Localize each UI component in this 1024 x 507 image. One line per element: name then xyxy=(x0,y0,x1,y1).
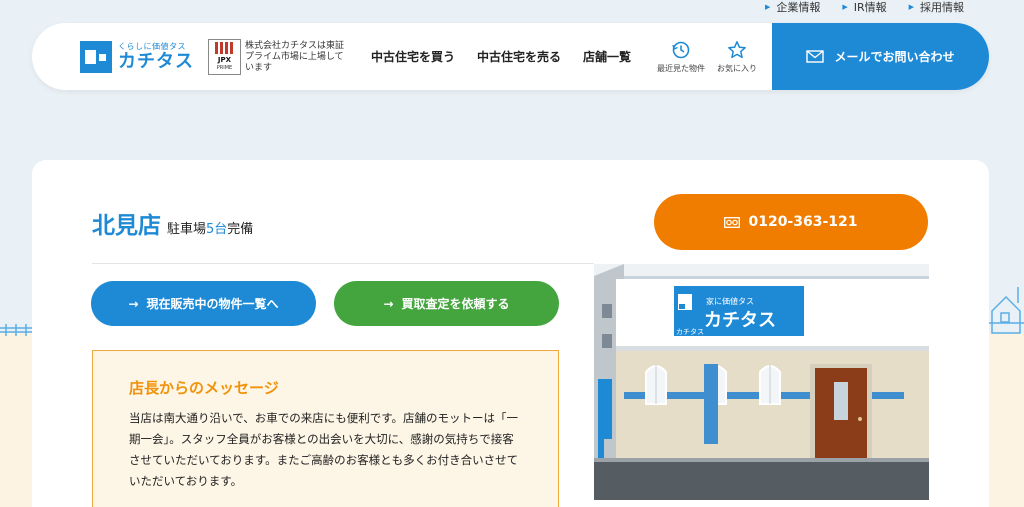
star-icon xyxy=(728,41,746,59)
house-decoration xyxy=(988,287,1024,334)
listing-notice: 株式会社カチタスは東証プライム市場に上場しています xyxy=(245,41,345,73)
logo-tagline: くらしに価値タス xyxy=(118,42,186,51)
message-title: 店長からのメッセージ xyxy=(129,379,279,397)
nav-store-list[interactable]: 店舗一覧 xyxy=(583,23,631,90)
arrow-icon: ▶ xyxy=(908,3,914,11)
recently-viewed-button[interactable]: 最近見た物件 xyxy=(652,40,710,74)
jpx-logo-icon xyxy=(214,42,235,54)
free-dial-icon xyxy=(724,216,741,228)
link-company-info[interactable]: ▶ 企業情報 xyxy=(765,0,820,14)
email-contact-button[interactable]: メールでお問い合わせ xyxy=(772,23,989,90)
photo-sign-small-text: カチタス xyxy=(676,327,704,336)
fence-decoration xyxy=(0,324,34,336)
appraisal-request-button[interactable]: → 買取査定を依頼する xyxy=(334,281,559,326)
photo-sign-name: カチタス xyxy=(704,310,776,331)
arrow-icon: ▶ xyxy=(764,3,771,11)
history-icon xyxy=(672,41,690,59)
favorites-button[interactable]: お気に入り xyxy=(712,40,762,74)
phone-call-button[interactable]: 0120-363-121 xyxy=(654,194,928,250)
jpx-prime-badge: JPX PRIME xyxy=(208,39,241,75)
parking-info: 駐車場5台完備 xyxy=(167,222,254,237)
store-heading: 北見店 駐車場5台完備 xyxy=(92,206,253,240)
manager-message-box: 店長からのメッセージ 当店は南大通り沿いで、お車での来店にも便利です。店舗のモッ… xyxy=(92,350,559,507)
logo-mark-icon xyxy=(80,41,112,73)
store-name: 北見店 xyxy=(92,213,161,239)
arrow-right-icon: → xyxy=(383,296,394,311)
site-logo[interactable]: くらしに価値タス カチタス xyxy=(80,40,200,74)
link-recruit-info[interactable]: ▶ 採用情報 xyxy=(909,0,964,14)
corporate-links: ▶ 企業情報 ▶ IR情報 ▶ 採用情報 xyxy=(765,0,964,14)
store-card: 北見店 駐車場5台完備 0120-363-121 → 現在販売中の物件一覧へ →… xyxy=(32,160,989,507)
logo-name: カチタス xyxy=(118,51,194,72)
message-body: 当店は南大通り沿いで、お車での来店にも便利です。店舗のモットーは「一期一会」。ス… xyxy=(129,411,519,488)
current-listings-button[interactable]: → 現在販売中の物件一覧へ xyxy=(91,281,316,326)
divider xyxy=(92,263,594,264)
store-photo: カチタス 家に価値タス カチタス xyxy=(594,264,929,500)
photo-sign-tagline: 家に価値タス xyxy=(706,296,754,306)
arrow-icon: ▶ xyxy=(842,3,848,11)
link-ir-info[interactable]: ▶ IR情報 xyxy=(842,0,886,14)
nav-buy-homes[interactable]: 中古住宅を買う xyxy=(371,23,455,90)
arrow-right-icon: → xyxy=(128,296,139,311)
mail-icon xyxy=(806,50,825,63)
site-header: くらしに価値タス カチタス JPX PRIME 株式会社カチタスは東証プライム市… xyxy=(32,23,989,90)
nav-sell-homes[interactable]: 中古住宅を売る xyxy=(477,23,561,90)
